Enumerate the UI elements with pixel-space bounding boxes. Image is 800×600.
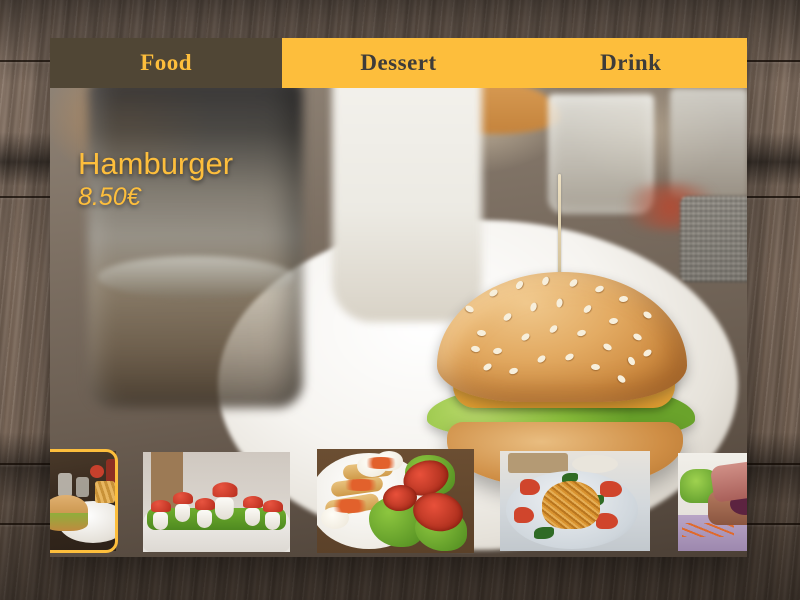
menu-card: Hamburger 8.50€ Food Dessert Drink [50,38,747,557]
dish-title: Hamburger [78,146,234,181]
tab-dessert[interactable]: Dessert [282,38,514,88]
hero-background-glass-right [670,88,747,198]
thumbnail-pasta[interactable] [500,451,650,551]
thumbnail-mushroom-eggs[interactable] [143,452,290,552]
hero-glass-jar-rim [98,256,294,298]
tab-food[interactable]: Food [50,38,283,88]
thumbnail-roast-meat[interactable] [678,453,747,551]
thumbnail-strip[interactable] [50,441,747,557]
tab-dessert-label: Dessert [360,50,437,75]
thumbnail-egg-salad[interactable] [317,449,474,553]
dish-info: Hamburger 8.50€ [78,146,234,212]
dish-price: 8.50€ [78,182,141,211]
tab-drink[interactable]: Drink [515,38,747,88]
thumbnail-hamburger[interactable] [50,451,116,551]
tab-food-label: Food [140,50,193,75]
category-nav: Food Dessert Drink [50,38,747,88]
tab-drink-label: Drink [600,50,662,75]
screenshot-stage: Hamburger 8.50€ Food Dessert Drink [0,0,800,600]
burger-sesame-seeds [437,272,687,402]
hero-glass-jar [88,88,303,408]
